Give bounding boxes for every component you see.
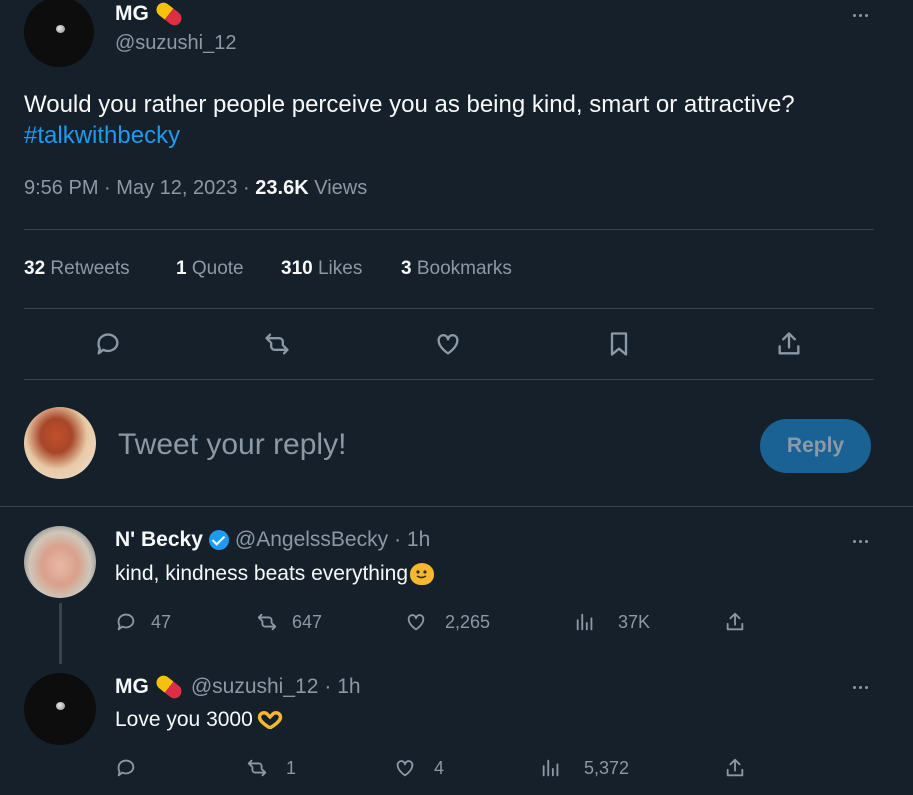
views-chart-icon — [542, 759, 559, 777]
current-user-avatar[interactable] — [24, 407, 96, 479]
share-icon — [726, 612, 744, 631]
likes-label: Likes — [317, 258, 363, 279]
meta-separator: · — [104, 177, 111, 199]
share-icon — [726, 758, 744, 777]
divider — [24, 379, 874, 380]
heart-icon — [407, 614, 425, 631]
reply-time[interactable]: · 1h — [394, 528, 430, 552]
retweet-icon — [257, 613, 277, 631]
reply-handle[interactable]: @AngelssBecky — [235, 528, 388, 552]
views-label: Views — [314, 177, 368, 199]
reply-icon — [117, 613, 135, 631]
reply-display-name[interactable]: N' Becky — [115, 528, 203, 552]
reply-text-content: kind, kindness beats everything — [115, 562, 409, 585]
share-action-button[interactable] — [724, 611, 746, 633]
heart-icon — [437, 334, 459, 355]
bookmark-action-button[interactable] — [605, 330, 633, 358]
verified-badge-icon — [208, 530, 229, 550]
like-count: 2,265 — [445, 611, 491, 632]
reply-text-content: Love you 3000 — [115, 708, 253, 731]
bookmark-icon — [610, 332, 628, 356]
reply-icon — [97, 333, 119, 355]
tweet-hashtag-link[interactable]: #talkwithbecky — [24, 122, 180, 150]
view-count: 37K — [618, 611, 651, 632]
author-handle[interactable]: @suzushi_12 — [115, 32, 236, 55]
like-action-button[interactable]: 4 — [394, 757, 444, 779]
like-action-button[interactable]: 2,265 — [405, 611, 490, 633]
divider — [0, 506, 913, 507]
reply-header: N' Becky @AngelssBecky · 1h — [115, 528, 430, 552]
reply-count: 47 — [151, 611, 172, 632]
author-name-row[interactable]: MG — [115, 0, 185, 29]
reply-header: MG @suzushi_12 · 1h — [115, 672, 361, 702]
quotes-label: Quote — [191, 258, 244, 279]
reply-text: kind, kindness beats everything — [115, 562, 435, 586]
reply-button-label: Reply — [786, 434, 845, 457]
divider — [24, 229, 874, 230]
tweet-date-link[interactable]: May 12, 2023 — [116, 177, 237, 199]
pill-emoji-icon — [153, 672, 185, 702]
author-avatar[interactable] — [24, 0, 94, 67]
quotes-stat[interactable]: 1 Quote — [176, 258, 244, 280]
reply-author-avatar[interactable] — [24, 526, 96, 598]
more-options-icon[interactable] — [848, 5, 872, 25]
meta-separator: · — [243, 177, 250, 199]
melting-face-emoji-icon — [410, 563, 435, 585]
pill-emoji-icon — [153, 0, 185, 29]
bookmarks-label: Bookmarks — [416, 258, 512, 279]
reply-text: Love you 3000 — [115, 708, 283, 732]
reply-action-button[interactable] — [115, 757, 147, 779]
share-action-button[interactable] — [724, 757, 746, 779]
reply-input[interactable]: Tweet your reply! — [118, 428, 346, 462]
retweet-action-button[interactable]: 647 — [256, 611, 322, 633]
divider — [24, 308, 874, 309]
reply-action-button[interactable] — [94, 330, 122, 358]
views-chart-icon — [576, 613, 593, 631]
reply-time[interactable]: · 1h — [324, 675, 360, 699]
share-icon — [778, 332, 800, 355]
retweet-count: 1 — [286, 757, 297, 778]
reply-action-button[interactable]: 47 — [115, 611, 171, 633]
view-count: 5,372 — [584, 757, 630, 778]
bookmarks-stat[interactable]: 3 Bookmarks — [401, 258, 512, 280]
retweets-stat[interactable]: 32 Retweets — [24, 258, 130, 280]
reply-button[interactable]: Reply — [760, 419, 871, 473]
likes-stat[interactable]: 310 Likes — [281, 258, 362, 280]
retweet-icon — [265, 333, 289, 355]
bookmarks-count: 3 — [401, 258, 412, 279]
views-action-button[interactable]: 5,372 — [540, 757, 629, 779]
views-action-button[interactable]: 37K — [574, 611, 650, 633]
tweet-text: Would you rather people perceive you as … — [24, 91, 795, 118]
author-display-name[interactable]: MG — [115, 2, 149, 26]
likes-count: 310 — [281, 258, 313, 279]
heart-icon — [396, 760, 414, 777]
retweet-icon — [247, 759, 267, 777]
more-options-icon[interactable] — [848, 531, 872, 551]
like-action-button[interactable] — [434, 330, 462, 358]
more-options-icon[interactable] — [848, 677, 872, 697]
views-count: 23.6K — [255, 177, 309, 199]
like-count: 4 — [434, 757, 445, 778]
reply-author-avatar[interactable] — [24, 673, 96, 745]
retweet-count: 647 — [292, 611, 323, 632]
thread-line — [59, 603, 62, 664]
quotes-count: 1 — [176, 258, 187, 279]
reply-icon — [117, 759, 135, 777]
tweet-time-link[interactable]: 9:56 PM — [24, 177, 98, 199]
retweet-action-button[interactable] — [263, 330, 291, 358]
retweets-count: 32 — [24, 258, 46, 279]
retweet-action-button[interactable]: 1 — [246, 757, 296, 779]
heart-hands-emoji-icon — [257, 711, 283, 731]
tweet-meta: 9:56 PM · May 12, 2023 · 23.6K Views — [24, 177, 367, 200]
reply-display-name[interactable]: MG — [115, 675, 149, 699]
retweets-label: Retweets — [50, 258, 130, 279]
share-action-button[interactable] — [775, 330, 803, 358]
reply-handle[interactable]: @suzushi_12 — [191, 675, 319, 699]
